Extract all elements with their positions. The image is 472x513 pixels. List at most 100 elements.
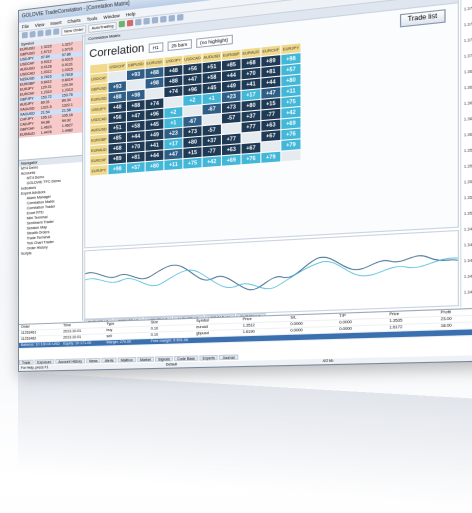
matrix-cell[interactable]: +88 bbox=[108, 91, 126, 103]
matrix-cell[interactable] bbox=[222, 122, 241, 135]
matrix-cell[interactable]: +56 bbox=[108, 112, 126, 123]
matrix-cell[interactable]: +2 bbox=[164, 107, 183, 119]
terminal-tab[interactable]: News bbox=[86, 357, 101, 364]
matrix-cell[interactable]: +17 bbox=[241, 89, 261, 101]
terminal-tab[interactable]: Experts bbox=[199, 354, 219, 361]
matrix-cell[interactable]: +58 bbox=[202, 71, 221, 84]
matrix-cell[interactable]: +98 bbox=[108, 163, 126, 175]
matrix-cell[interactable]: -77 bbox=[261, 108, 281, 121]
terminal-tab[interactable]: Code Base bbox=[174, 355, 199, 362]
matrix-cell[interactable]: +80 bbox=[145, 160, 164, 172]
matrix-cell[interactable]: +80 bbox=[281, 74, 301, 87]
matrix-cell[interactable] bbox=[281, 150, 301, 162]
matrix-cell[interactable]: +1 bbox=[202, 92, 221, 105]
matrix-cell[interactable]: +69 bbox=[281, 117, 301, 130]
new-chart-icon[interactable] bbox=[21, 31, 28, 39]
menu-item-insert[interactable]: Insert bbox=[50, 19, 61, 25]
highlight-select[interactable]: (no highlight) bbox=[195, 34, 233, 48]
matrix-cell[interactable]: +85 bbox=[222, 59, 241, 71]
matrix-cell[interactable]: +79 bbox=[261, 151, 281, 163]
matrix-cell[interactable]: +45 bbox=[202, 82, 221, 94]
matrix-cell[interactable] bbox=[183, 105, 202, 117]
matrix-cell[interactable]: -77 bbox=[202, 145, 221, 157]
matrix-cell[interactable]: +47 bbox=[261, 87, 281, 99]
matrix-cell[interactable]: +44 bbox=[222, 69, 241, 82]
matrix-cell[interactable]: +67 bbox=[261, 130, 281, 142]
matrix-cell[interactable]: +49 bbox=[145, 129, 164, 141]
matrix-cell[interactable]: +68 bbox=[108, 143, 126, 154]
matrix-cell[interactable] bbox=[261, 140, 281, 153]
matrix-cell[interactable]: +88 bbox=[164, 75, 183, 87]
matrix-cell[interactable]: +58 bbox=[126, 120, 145, 132]
matrix-cell[interactable] bbox=[164, 96, 183, 108]
matrix-cell[interactable]: +76 bbox=[281, 128, 301, 140]
matrix-cell[interactable]: +75 bbox=[183, 157, 202, 169]
matrix-cell[interactable]: +96 bbox=[145, 108, 164, 120]
matrix-cell[interactable]: +63 bbox=[222, 144, 241, 156]
matrix-cell[interactable]: +68 bbox=[241, 57, 261, 69]
tile-icon[interactable] bbox=[151, 16, 159, 24]
matrix-cell[interactable]: +11 bbox=[164, 159, 183, 171]
text-tool-icon[interactable] bbox=[177, 13, 184, 21]
matrix-cell[interactable]: +73 bbox=[183, 126, 202, 138]
matrix-cell[interactable]: +51 bbox=[108, 122, 126, 134]
matrix-cell[interactable]: +56 bbox=[183, 63, 202, 75]
terminal-tab[interactable]: Account History bbox=[55, 358, 86, 365]
terminal-tab[interactable]: Exposure bbox=[34, 359, 55, 365]
bars-select[interactable]: 25 bars bbox=[167, 38, 192, 51]
menu-item-charts[interactable]: Charts bbox=[67, 17, 80, 24]
terminal-tab[interactable]: Signals bbox=[155, 356, 173, 362]
terminal-tab[interactable]: Market bbox=[136, 356, 154, 363]
matrix-cell[interactable]: +63 bbox=[261, 119, 281, 131]
menu-item-view[interactable]: View bbox=[35, 21, 45, 27]
matrix-cell[interactable]: +47 bbox=[183, 73, 202, 85]
matrix-cell[interactable]: +73 bbox=[222, 101, 241, 113]
matrix-cell[interactable]: +45 bbox=[145, 119, 164, 131]
matrix-cell[interactable]: -67 bbox=[183, 115, 202, 127]
matrix-cell[interactable]: +74 bbox=[164, 86, 183, 98]
matrix-cell[interactable]: +51 bbox=[202, 61, 221, 73]
matrix-cell[interactable]: +44 bbox=[126, 131, 145, 142]
zoom-in-icon[interactable] bbox=[135, 18, 142, 26]
matrix-cell[interactable]: +15 bbox=[183, 147, 202, 159]
matrix-cell[interactable]: +2 bbox=[183, 94, 202, 106]
matrix-cell[interactable] bbox=[126, 79, 145, 91]
matrix-cell[interactable]: +17 bbox=[164, 138, 183, 150]
matrix-cell[interactable]: +23 bbox=[222, 91, 241, 103]
matrix-cell[interactable]: +11 bbox=[281, 85, 301, 97]
menu-item-help[interactable]: Help bbox=[126, 11, 136, 17]
matrix-cell[interactable]: +80 bbox=[183, 136, 202, 148]
matrix-cell[interactable] bbox=[202, 114, 221, 126]
matrix-cell[interactable]: +74 bbox=[145, 98, 164, 110]
matrix-cell[interactable]: +70 bbox=[241, 67, 261, 80]
menu-item-window[interactable]: Window bbox=[103, 12, 119, 19]
line-tool-icon[interactable] bbox=[168, 14, 175, 22]
terminal-icon[interactable] bbox=[53, 28, 60, 35]
matrix-cell[interactable]: +49 bbox=[222, 80, 241, 92]
matrix-cell[interactable]: +98 bbox=[281, 53, 301, 65]
matrix-cell[interactable]: +70 bbox=[126, 141, 145, 153]
menu-item-file[interactable]: File bbox=[22, 23, 29, 29]
matrix-cell[interactable]: +48 bbox=[108, 101, 126, 113]
matrix-cell[interactable] bbox=[108, 70, 126, 82]
matrix-cell[interactable]: +69 bbox=[222, 154, 241, 166]
matrix-cell[interactable]: +88 bbox=[126, 100, 145, 112]
matrix-cell[interactable]: +81 bbox=[126, 151, 145, 163]
matrix-cell[interactable]: +98 bbox=[126, 89, 145, 101]
matrix-cell[interactable]: +85 bbox=[108, 132, 126, 144]
timeframe-select[interactable]: H1 bbox=[148, 41, 163, 53]
matrix-cell[interactable]: +75 bbox=[281, 96, 301, 108]
terminal-tab[interactable]: Trade bbox=[18, 359, 34, 365]
market-watch-icon[interactable] bbox=[37, 30, 44, 37]
matrix-cell[interactable]: +42 bbox=[281, 107, 301, 119]
menu-item-tools[interactable]: Tools bbox=[87, 15, 98, 21]
matrix-cell[interactable]: +37 bbox=[241, 110, 261, 122]
matrix-cell[interactable]: +80 bbox=[241, 99, 261, 112]
matrix-cell[interactable]: +44 bbox=[145, 150, 164, 162]
navigator-icon[interactable] bbox=[45, 29, 52, 36]
matrix-cell[interactable]: +47 bbox=[164, 148, 183, 160]
matrix-cell[interactable]: +15 bbox=[261, 98, 281, 110]
trade-list-button[interactable]: Trade list bbox=[399, 9, 446, 28]
matrix-cell[interactable]: +57 bbox=[126, 162, 145, 173]
matrix-cell[interactable]: +93 bbox=[108, 81, 126, 93]
